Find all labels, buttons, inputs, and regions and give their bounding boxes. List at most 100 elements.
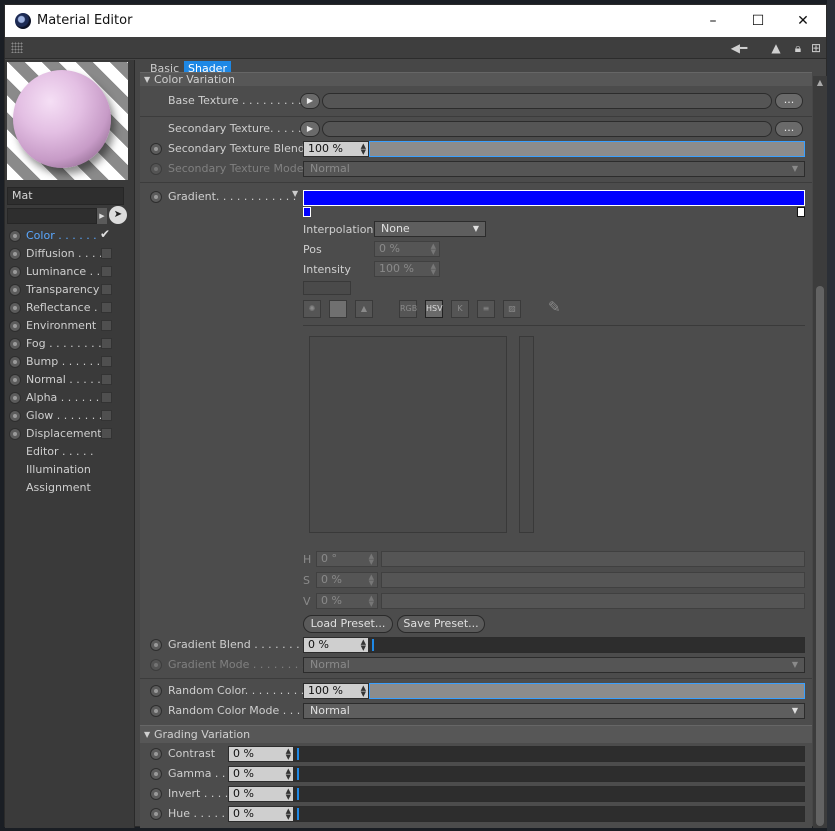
spinner-icon[interactable]: ▲ ▼ [431, 243, 436, 256]
gradient-bar[interactable] [303, 190, 805, 206]
channel-checkbox[interactable] [101, 248, 112, 259]
grading-slider[interactable] [294, 766, 805, 782]
random-color-input[interactable]: 100 % ▲ ▼ [303, 683, 369, 699]
mixer-icon[interactable]: ≡ [477, 300, 495, 318]
channel-checkbox[interactable] [101, 410, 112, 421]
grading-slider[interactable] [294, 806, 805, 822]
sidebar-item-assignment[interactable]: Assignment [26, 481, 91, 494]
spinner-icon[interactable]: ▲ ▼ [286, 748, 291, 761]
h-slider[interactable] [381, 551, 805, 567]
mode-rgb-button[interactable]: RGB [399, 300, 417, 318]
material-preview[interactable] [7, 62, 128, 180]
channel-checkbox[interactable] [101, 284, 112, 295]
gradient-knot-start[interactable] [303, 207, 311, 217]
close-button[interactable]: ✕ [793, 11, 813, 31]
slider-handle[interactable] [297, 808, 299, 820]
secondary-texture-field[interactable] [322, 121, 772, 137]
interpolation-dropdown[interactable]: None ▼ [374, 221, 486, 237]
spinner-icon[interactable]: ▲ ▼ [361, 143, 366, 156]
lock-icon[interactable]: 🔒︎ [791, 40, 805, 56]
secondary-texture-browse-button[interactable]: ... [775, 121, 803, 137]
secondary-texture-menu-button[interactable]: ▶ [300, 121, 320, 137]
sidebar-item-channel[interactable]: Environment [5, 317, 135, 335]
channel-checkbox[interactable] [101, 374, 112, 385]
knot-color-swatch[interactable] [303, 281, 351, 295]
image-icon[interactable]: ▨ [503, 300, 521, 318]
s-input[interactable]: 0 % ▲ ▼ [316, 572, 378, 588]
sidebar-item-channel[interactable]: Normal . . . . . [5, 371, 135, 389]
color-field[interactable] [309, 336, 507, 533]
gradient-mode-dropdown[interactable]: Normal ▼ [303, 657, 805, 673]
sidebar-item-editor[interactable]: Editor . . . . . [26, 445, 94, 458]
gradient-blend-input[interactable]: 0 % ▲ ▼ [303, 637, 369, 653]
random-color-slider[interactable] [369, 683, 805, 699]
animate-radio[interactable] [9, 320, 21, 332]
slider-handle[interactable] [297, 788, 299, 800]
vertical-scrollbar[interactable]: ▲ [813, 76, 827, 828]
animate-radio[interactable] [9, 338, 21, 350]
load-preset-button[interactable]: Load Preset... [303, 615, 393, 633]
v-slider[interactable] [381, 593, 805, 609]
new-panel-icon[interactable]: ⊞ [809, 40, 823, 56]
channel-checkbox[interactable] [101, 428, 112, 439]
grading-input[interactable]: 0 % ▲ ▼ [228, 806, 294, 822]
scrollbar-thumb[interactable] [816, 286, 824, 826]
channel-checkbox[interactable] [101, 338, 112, 349]
animate-radio[interactable] [9, 248, 21, 260]
animate-radio[interactable] [9, 356, 21, 368]
spinner-icon[interactable]: ▲ ▼ [286, 808, 291, 821]
section-color-variation[interactable]: Color Variation [140, 72, 812, 86]
animate-radio[interactable] [150, 143, 162, 155]
section-grading-variation[interactable]: Grading Variation [140, 725, 812, 743]
slider-handle[interactable] [297, 748, 299, 760]
sidebar-item-channel[interactable]: Glow . . . . . . . [5, 407, 135, 425]
animate-radio[interactable] [9, 284, 21, 296]
sidebar-item-illumination[interactable]: Illumination [26, 463, 91, 476]
grading-slider[interactable] [294, 746, 805, 762]
channel-checkbox[interactable] [101, 302, 112, 313]
sidebar-item-channel[interactable]: Reflectance . . [5, 299, 135, 317]
mode-hsv-button[interactable]: HSV [425, 300, 443, 318]
slider-handle[interactable] [297, 768, 299, 780]
animate-radio[interactable] [150, 659, 162, 671]
mode-kelvin-button[interactable]: K [451, 300, 469, 318]
color-wheel-icon[interactable]: ✺ [303, 300, 321, 318]
pos-input[interactable]: 0 % ▲ ▼ [374, 241, 440, 257]
animate-radio[interactable] [150, 639, 162, 651]
color-strip[interactable] [519, 336, 534, 533]
gradient-expand-icon[interactable]: ▼ [292, 189, 298, 198]
animate-radio[interactable] [150, 685, 162, 697]
animate-radio[interactable] [150, 163, 162, 175]
sidebar-item-channel[interactable]: Transparency [5, 281, 135, 299]
animate-radio[interactable] [150, 705, 162, 717]
channel-checkbox[interactable] [101, 266, 112, 277]
base-texture-menu-button[interactable]: ▶ [300, 93, 320, 109]
secondary-mode-dropdown[interactable]: Normal ▼ [303, 161, 805, 177]
sidebar-item-channel[interactable]: Diffusion . . . . [5, 245, 135, 263]
spinner-icon[interactable]: ▲ ▼ [369, 553, 374, 566]
cursor-arrow-icon[interactable]: ▲ [769, 40, 783, 56]
animate-radio[interactable] [150, 808, 162, 820]
gradient-knot-end[interactable] [797, 207, 805, 217]
animate-radio[interactable] [9, 374, 21, 386]
animate-radio[interactable] [150, 191, 162, 203]
random-color-mode-dropdown[interactable]: Normal ▼ [303, 703, 805, 719]
spinner-icon[interactable]: ▲ ▼ [369, 574, 374, 587]
back-arrow-icon[interactable]: ◀━ [727, 40, 751, 56]
sidebar-item-channel[interactable]: Bump . . . . . . [5, 353, 135, 371]
minimize-button[interactable]: – [703, 11, 723, 31]
secondary-blend-input[interactable]: 100 % ▲ ▼ [303, 141, 369, 157]
maximize-button[interactable]: ☐ [748, 11, 768, 31]
sidebar-item-channel[interactable]: Color . . . . . . ✔ [5, 227, 135, 245]
scroll-up-icon[interactable]: ▲ [815, 78, 825, 88]
sidebar-item-channel[interactable]: Alpha . . . . . . [5, 389, 135, 407]
sidebar-item-channel[interactable]: Fog . . . . . . . . [5, 335, 135, 353]
animate-radio[interactable] [9, 410, 21, 422]
spectrum-icon[interactable]: ▲ [355, 300, 373, 318]
h-input[interactable]: 0 ° ▲ ▼ [316, 551, 378, 567]
animate-radio[interactable] [9, 266, 21, 278]
animate-radio[interactable] [150, 768, 162, 780]
slider-handle[interactable] [372, 639, 374, 651]
grading-input[interactable]: 0 % ▲ ▼ [228, 746, 294, 762]
filter-arrow-icon[interactable]: ▶ [97, 208, 107, 224]
